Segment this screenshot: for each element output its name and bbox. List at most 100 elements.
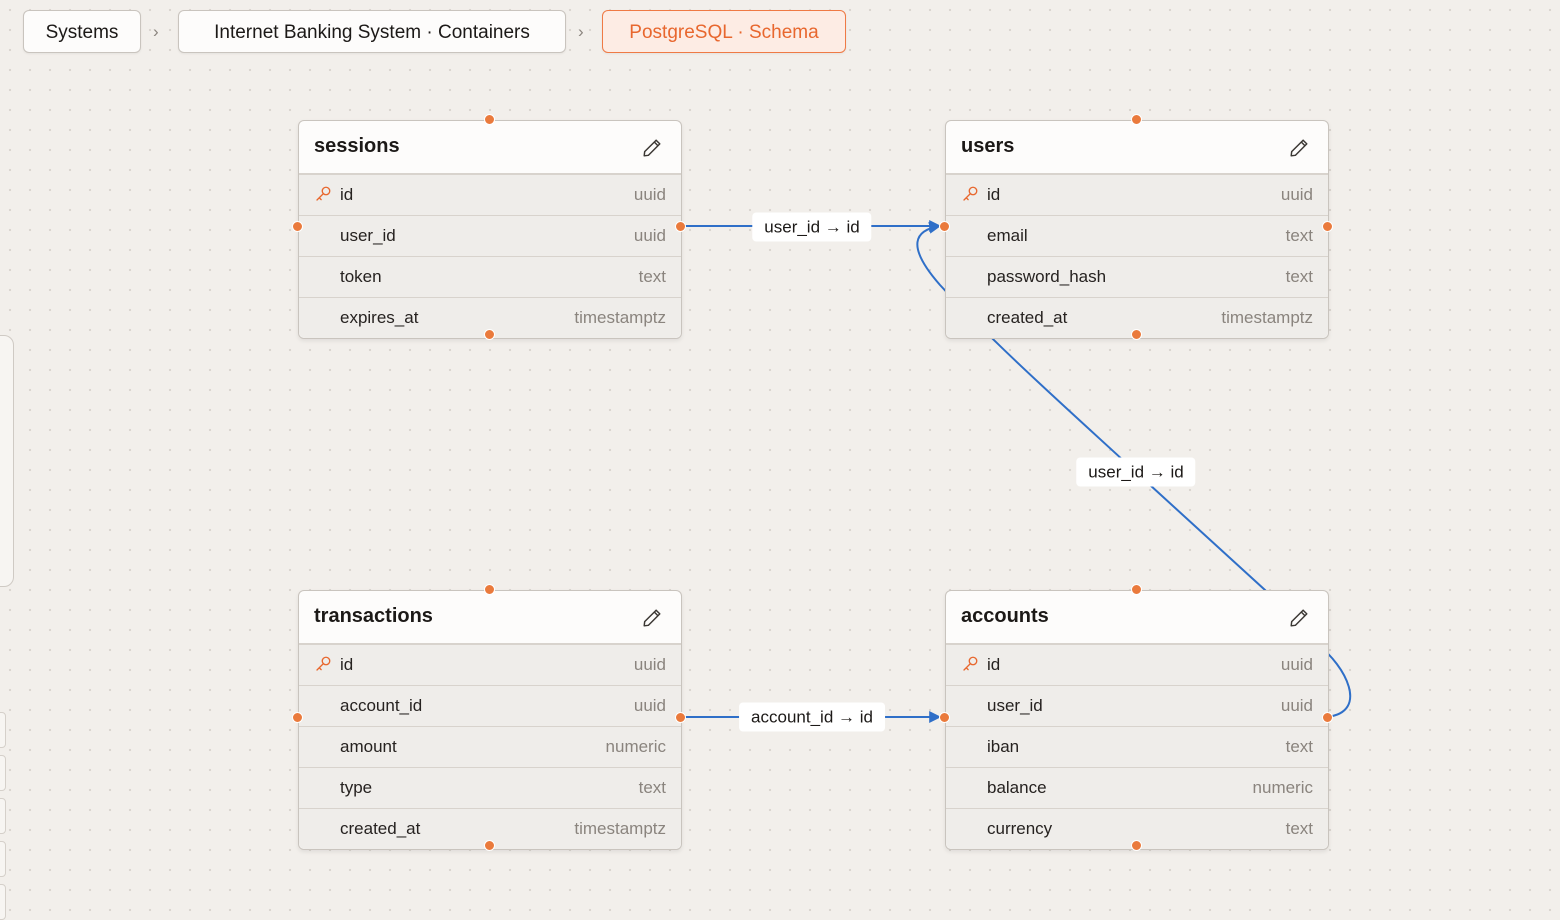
connection-handle[interactable]: [675, 221, 686, 232]
column-row[interactable]: password_hash text: [946, 256, 1328, 297]
column-name: balance: [987, 778, 1047, 797]
edge-label[interactable]: user_id → id: [752, 212, 872, 242]
column-row[interactable]: token text: [299, 256, 681, 297]
toolbar-button-edge[interactable]: [0, 884, 6, 920]
connection-handle[interactable]: [292, 712, 303, 723]
column-name: password_hash: [987, 267, 1107, 286]
column-row[interactable]: id uuid: [299, 644, 681, 685]
column-name: token: [340, 267, 382, 286]
column-row[interactable]: account_id uuid: [299, 685, 681, 726]
column-type: text: [638, 778, 666, 797]
column-row[interactable]: balance numeric: [946, 767, 1328, 808]
column-row[interactable]: iban text: [946, 726, 1328, 767]
toolbar-button-edge[interactable]: [0, 798, 6, 834]
side-panel-edge: [0, 335, 14, 587]
column-type: timestamptz: [574, 819, 666, 838]
breadcrumb-schema[interactable]: PostgreSQL · Schema: [602, 10, 846, 53]
column-row[interactable]: id uuid: [299, 174, 681, 215]
connection-handle[interactable]: [939, 221, 950, 232]
connection-handle[interactable]: [1131, 114, 1142, 125]
column-name: user_id: [987, 696, 1043, 715]
connection-handle[interactable]: [484, 584, 495, 595]
table-sessions[interactable]: sessions id uuid user_id uuid token text…: [298, 120, 682, 339]
column-name: expires_at: [340, 308, 419, 327]
column-name: type: [340, 778, 373, 797]
connection-handle[interactable]: [1322, 221, 1333, 232]
column-name: id: [340, 185, 354, 204]
table-accounts[interactable]: accounts id uuid user_id uuid iban text …: [945, 590, 1329, 850]
column-type: uuid: [1280, 696, 1313, 715]
connection-handle[interactable]: [1322, 712, 1333, 723]
column-row[interactable]: amount numeric: [299, 726, 681, 767]
table-transactions[interactable]: transactions id uuid account_id uuid amo…: [298, 590, 682, 850]
pencil-icon[interactable]: [641, 607, 663, 629]
column-row[interactable]: id uuid: [946, 644, 1328, 685]
column-row[interactable]: email text: [946, 215, 1328, 256]
key-icon: [963, 656, 978, 671]
column-type: uuid: [1280, 655, 1313, 674]
column-name: id: [987, 185, 1001, 204]
column-row[interactable]: user_id uuid: [946, 685, 1328, 726]
column-row[interactable]: user_id uuid: [299, 215, 681, 256]
table-name: sessions: [314, 135, 400, 157]
column-name: amount: [340, 737, 397, 756]
chevron-right-icon: ›: [578, 22, 584, 41]
connection-handle[interactable]: [484, 840, 495, 851]
connection-handle[interactable]: [292, 221, 303, 232]
column-type: uuid: [1280, 185, 1313, 204]
pencil-icon[interactable]: [1288, 137, 1310, 159]
toolbar-button-edge[interactable]: [0, 841, 6, 877]
column-type: uuid: [633, 185, 666, 204]
table-users[interactable]: users id uuid email text password_hash t…: [945, 120, 1329, 339]
table-name: users: [961, 135, 1015, 157]
table-header: sessions: [299, 121, 681, 174]
connection-handle[interactable]: [1131, 329, 1142, 340]
column-type: numeric: [605, 737, 666, 756]
column-type: text: [1285, 819, 1313, 838]
connection-handle[interactable]: [484, 114, 495, 125]
connection-handle[interactable]: [675, 712, 686, 723]
key-icon: [316, 656, 331, 671]
column-name: currency: [987, 819, 1053, 838]
column-type: timestamptz: [1221, 308, 1313, 327]
column-name: email: [987, 226, 1028, 245]
pencil-icon[interactable]: [1288, 607, 1310, 629]
column-row[interactable]: type text: [299, 767, 681, 808]
toolbar-button-edge[interactable]: [0, 755, 6, 791]
key-icon: [963, 186, 978, 201]
column-type: text: [1285, 267, 1313, 286]
column-type: uuid: [633, 696, 666, 715]
column-type: numeric: [1252, 778, 1313, 797]
column-name: user_id: [340, 226, 396, 245]
table-name: transactions: [314, 605, 433, 627]
column-name: id: [987, 655, 1001, 674]
pencil-icon[interactable]: [641, 137, 663, 159]
column-type: timestamptz: [574, 308, 666, 327]
table-name: accounts: [961, 605, 1049, 627]
column-type: text: [1285, 226, 1313, 245]
connection-handle[interactable]: [1131, 840, 1142, 851]
edge-label[interactable]: user_id → id: [1076, 457, 1196, 487]
key-icon: [316, 186, 331, 201]
connection-handle[interactable]: [484, 329, 495, 340]
breadcrumb-containers[interactable]: Internet Banking System · Containers: [178, 10, 566, 53]
column-name: created_at: [987, 308, 1068, 327]
connection-handle[interactable]: [939, 712, 950, 723]
chevron-right-icon: ›: [153, 22, 159, 41]
column-row[interactable]: id uuid: [946, 174, 1328, 215]
table-header: accounts: [946, 591, 1328, 644]
column-type: text: [638, 267, 666, 286]
column-type: uuid: [633, 655, 666, 674]
connection-handle[interactable]: [1131, 584, 1142, 595]
column-name: id: [340, 655, 354, 674]
table-header: transactions: [299, 591, 681, 644]
column-name: account_id: [340, 696, 423, 715]
column-name: created_at: [340, 819, 421, 838]
breadcrumb-systems[interactable]: Systems: [23, 10, 141, 53]
toolbar-button-edge[interactable]: [0, 712, 6, 748]
column-type: uuid: [633, 226, 666, 245]
column-type: text: [1285, 737, 1313, 756]
table-header: users: [946, 121, 1328, 174]
edge-label[interactable]: account_id → id: [739, 702, 885, 732]
column-name: iban: [987, 737, 1020, 756]
